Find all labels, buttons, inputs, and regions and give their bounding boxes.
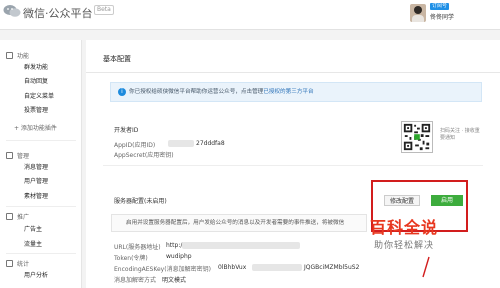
add-plugin-button[interactable]: + 添加功能插件: [14, 124, 57, 134]
masked-appid: [168, 140, 194, 147]
developer-id-label: 开发者ID: [114, 127, 139, 134]
page-title: 基本配置: [103, 55, 131, 63]
server-config-label: 服务器配置(未启用): [114, 198, 167, 205]
sidebar-item-vote[interactable]: 投票管理: [24, 106, 48, 116]
appid-value: 27dddfa8: [196, 140, 225, 147]
sidebar-item-publisher[interactable]: 流量主: [24, 240, 42, 250]
top-bar: 微信·公众平台 Beta 订阅号 佟佟同学: [0, 0, 500, 30]
aes-key-start: 0lBhbVux: [218, 264, 247, 271]
beta-badge: Beta: [94, 5, 114, 15]
avatar[interactable]: [410, 4, 426, 22]
sidebar-item-users[interactable]: 用户管理: [24, 177, 48, 187]
function-icon: [6, 51, 13, 59]
sidebar-item-user-analysis[interactable]: 用户分析: [24, 271, 48, 281]
sidebar-divider: [6, 206, 76, 207]
token-value: wudiphp: [166, 253, 192, 260]
info-icon: i: [118, 87, 126, 96]
enable-button[interactable]: 启用: [431, 195, 463, 206]
stats-icon: [6, 259, 13, 267]
sidebar-group-label: 统计: [17, 260, 30, 268]
sidebar-item-materials[interactable]: 素材管理: [24, 192, 48, 202]
sidebar-item-auto-reply[interactable]: 自动回复: [24, 77, 48, 87]
platform-brand[interactable]: 微信·公众平台: [23, 5, 93, 21]
sidebar-group-stats: 统计: [0, 258, 29, 268]
manage-icon: [6, 151, 13, 159]
url-label: URL(服务器地址): [114, 244, 161, 251]
title-divider: [86, 72, 500, 73]
aes-key-end: JQGBciMZMbl5uS2: [304, 264, 360, 271]
sidebar-group-label: 功能: [17, 52, 30, 60]
appsecret-label: AppSecret(应用密钥): [114, 152, 174, 159]
sidebar-item-mass-send[interactable]: 群发功能: [24, 63, 48, 73]
sidebar-item-custom-menu[interactable]: 自定义菜单: [24, 92, 54, 102]
third-party-link[interactable]: 已授权的第三方平台: [263, 89, 313, 95]
sidebar-group-manage: 管理: [0, 150, 29, 160]
wechat-icon: [3, 5, 21, 17]
server-description: 启用并设置服务器配置后，用户发给公众号的消息以及开发者需要的事件推送，将被微信: [111, 214, 367, 232]
section-divider: [103, 165, 483, 166]
encryption-mode-label: 消息加解密方式: [114, 277, 157, 284]
sidebar-item-messages[interactable]: 消息管理: [24, 163, 48, 173]
qr-code: [401, 121, 433, 153]
sidebar: 功能 群发功能 自动回复 自定义菜单 投票管理 + 添加功能插件 管理 消息管理…: [0, 40, 82, 288]
appid-label: AppID(应用ID): [114, 142, 156, 149]
qr-caption: 扫码关注 · 接收重要通知: [440, 128, 480, 141]
sidebar-item-advertiser[interactable]: 广告主: [24, 225, 42, 235]
token-label: Token(令牌): [114, 255, 148, 262]
user-name[interactable]: 佟佟同学: [430, 12, 454, 21]
sidebar-group-promote: 推广: [0, 211, 29, 221]
account-type-badge: 订阅号: [430, 3, 450, 10]
notice-text: 你已授权给硕侠微信平台帮助你运营公众号，点击管理: [129, 89, 264, 95]
masked-url: [182, 242, 300, 249]
masked-aes-key: [252, 264, 302, 271]
sidebar-group-label: 管理: [17, 152, 30, 160]
watermark-subtitle: 助你轻松解决: [374, 241, 435, 251]
annotation-stroke: [422, 256, 430, 278]
sidebar-group-label: 推广: [17, 213, 30, 221]
aes-key-label: EncodingAESKey(消息加解密密钥): [114, 266, 211, 273]
encryption-mode-value: 明文模式: [162, 277, 187, 284]
sidebar-divider: [6, 140, 76, 141]
auth-notice: i 你已授权给硕侠微信平台帮助你运营公众号，点击管理已授权的第三方平台: [110, 82, 482, 102]
sidebar-divider: [6, 253, 76, 254]
watermark-logo: 百科全说 助你轻松解决: [370, 214, 478, 254]
watermark-title: 百科全说: [370, 218, 439, 237]
sidebar-group-function: 功能: [0, 50, 29, 60]
promote-icon: [6, 212, 13, 220]
modify-config-button[interactable]: 修改配置: [384, 195, 421, 206]
